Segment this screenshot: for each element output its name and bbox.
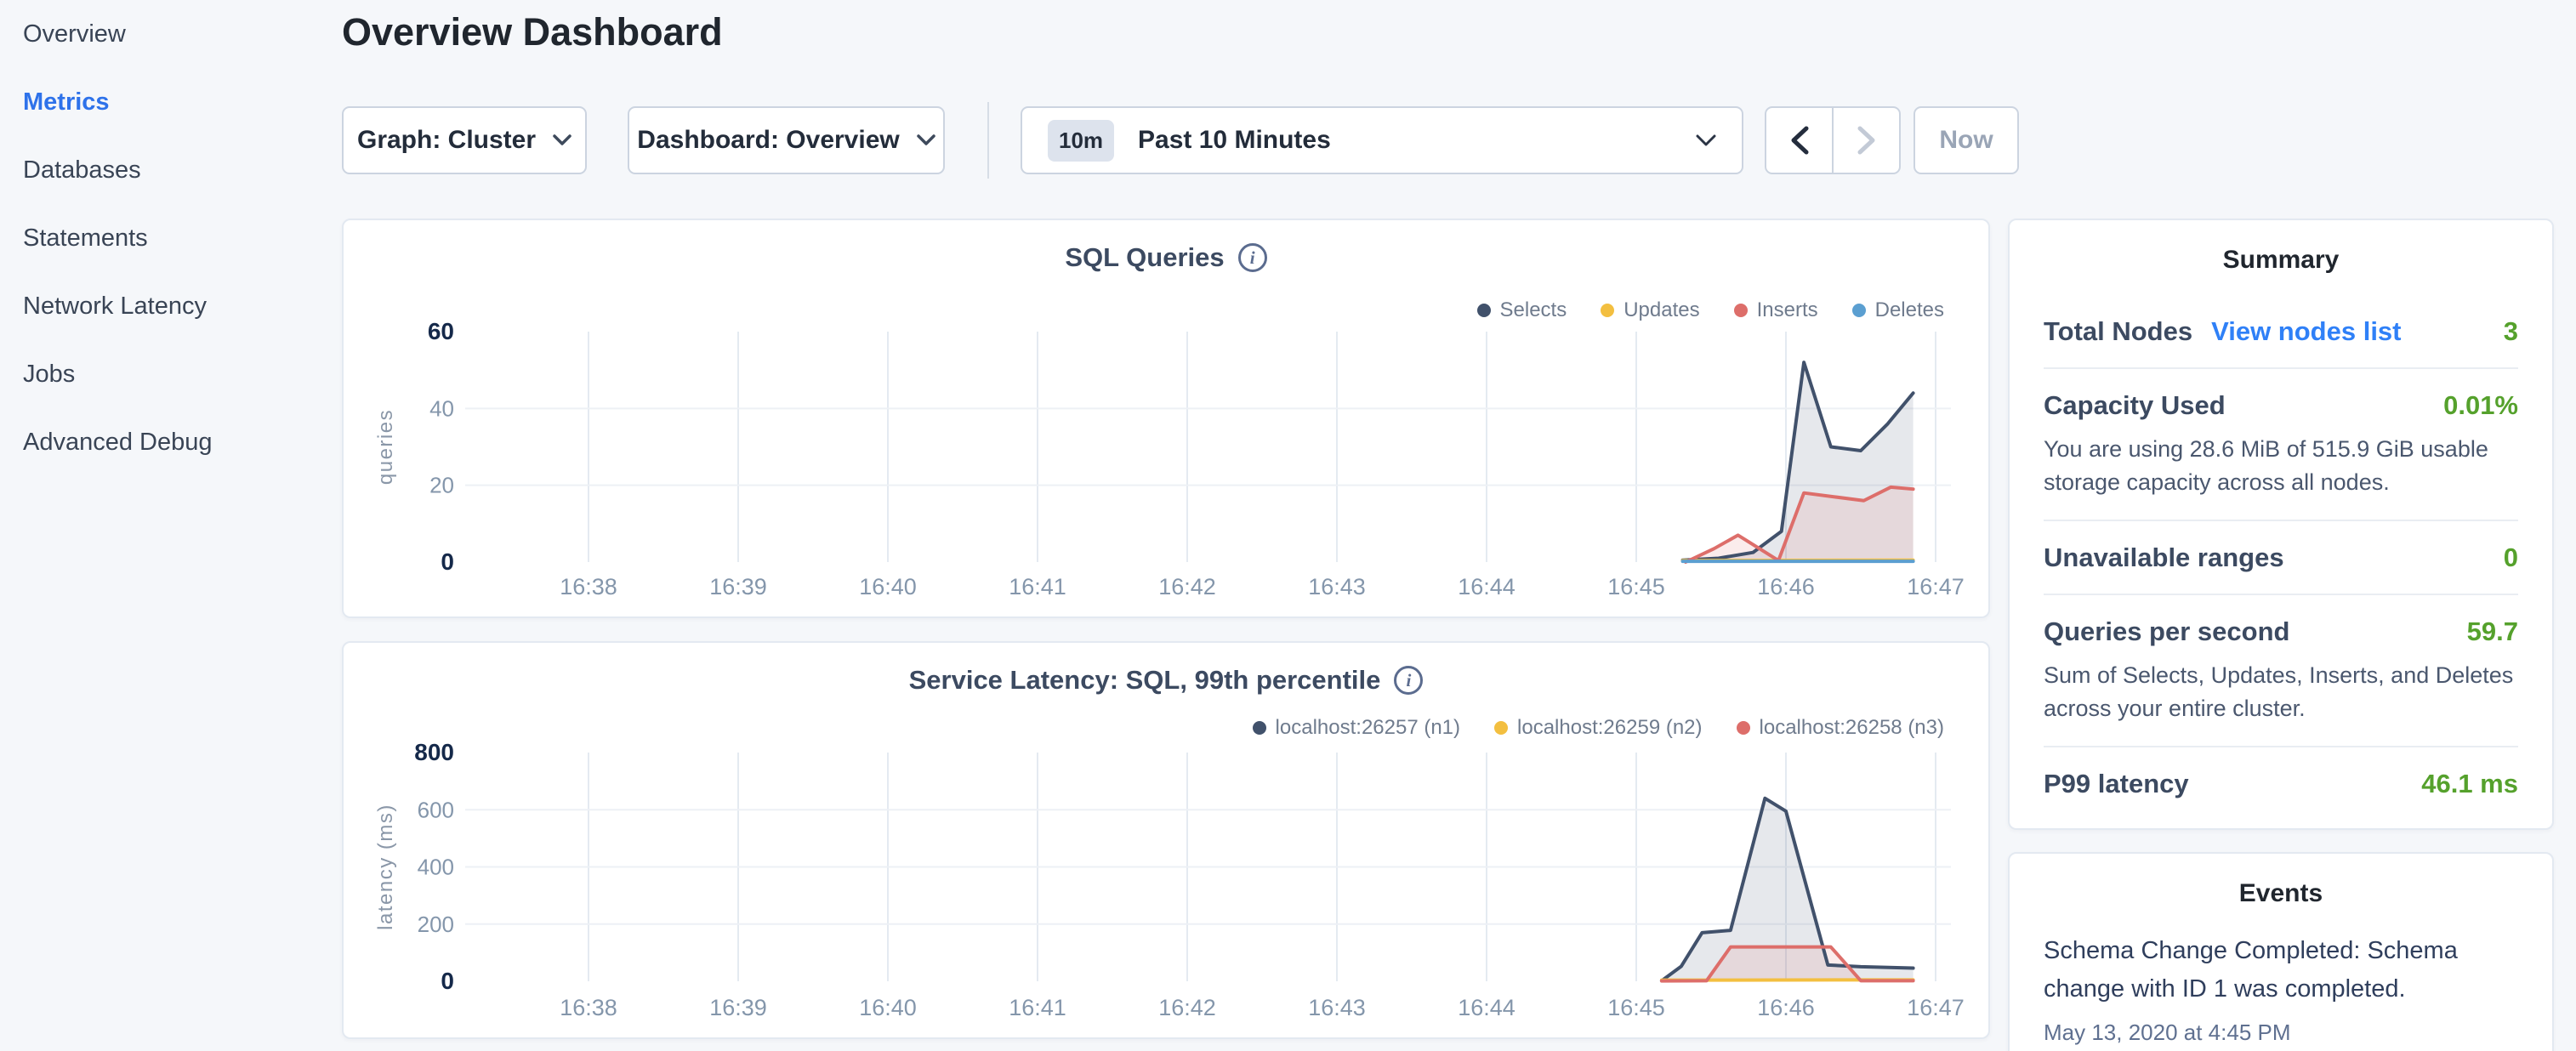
graph-scope-dropdown-label: Graph: Cluster — [357, 126, 536, 155]
prev-time-button[interactable] — [1766, 108, 1834, 173]
dashboard-dropdown-label: Dashboard: Overview — [637, 126, 899, 155]
summary-row-p99-latency: P99 latency 46.1 ms — [2044, 746, 2518, 820]
svg-text:0: 0 — [441, 968, 454, 994]
svg-text:16:38: 16:38 — [560, 574, 617, 599]
svg-text:16:41: 16:41 — [1009, 574, 1066, 599]
svg-text:16:45: 16:45 — [1607, 995, 1665, 1020]
graph-scope-dropdown[interactable]: Graph: Cluster — [342, 106, 587, 174]
summary-label-p99-latency: P99 latency — [2044, 769, 2189, 799]
summary-desc-queries-per-second: Sum of Selects, Updates, Inserts, and De… — [2044, 659, 2518, 725]
svg-text:latency (ms): latency (ms) — [374, 804, 397, 930]
summary-value-queries-per-second: 59.7 — [2467, 616, 2518, 647]
summary-label-capacity-used: Capacity Used — [2044, 390, 2226, 421]
svg-text:16:45: 16:45 — [1607, 574, 1665, 599]
now-button[interactable]: Now — [1914, 106, 2019, 174]
svg-text:16:44: 16:44 — [1458, 995, 1515, 1020]
time-pager — [1765, 106, 1901, 174]
chevron-down-icon — [917, 134, 935, 146]
sidebar-item-advanced-debug[interactable]: Advanced Debug — [0, 408, 342, 476]
time-window-badge: 10m — [1048, 120, 1114, 162]
events-title: Events — [2010, 879, 2552, 908]
svg-text:0: 0 — [441, 548, 454, 575]
summary-row-unavailable-ranges: Unavailable ranges 0 — [2044, 520, 2518, 594]
summary-title: Summary — [2010, 246, 2552, 275]
svg-text:16:39: 16:39 — [709, 574, 767, 599]
summary-panel: Summary Total Nodes View nodes list 3 Capac… — [2008, 219, 2554, 830]
summary-row-capacity-used: Capacity Used 0.01% You are using 28.6 MiB… — [2044, 367, 2518, 520]
svg-text:16:42: 16:42 — [1158, 995, 1216, 1020]
summary-row-total-nodes: Total Nodes View nodes list 3 — [2044, 295, 2518, 367]
svg-text:16:39: 16:39 — [709, 995, 767, 1020]
events-panel: Events Schema Change Completed: Schema c… — [2008, 852, 2554, 1051]
svg-text:16:42: 16:42 — [1158, 574, 1216, 599]
sidebar-item-metrics[interactable]: Metrics — [0, 68, 342, 136]
svg-text:16:46: 16:46 — [1757, 574, 1815, 599]
page-title: Overview Dashboard — [342, 10, 723, 54]
svg-text:16:41: 16:41 — [1009, 995, 1066, 1020]
sidebar-item-databases[interactable]: Databases — [0, 136, 342, 204]
dashboard-dropdown[interactable]: Dashboard: Overview — [628, 106, 945, 174]
svg-text:60: 60 — [428, 318, 454, 344]
summary-rows: Total Nodes View nodes list 3 Capacity Used… — [2010, 295, 2552, 820]
summary-value-total-nodes: 3 — [2504, 316, 2518, 347]
chevron-left-icon — [1790, 126, 1809, 155]
summary-label-queries-per-second: Queries per second — [2044, 616, 2289, 647]
svg-text:16:47: 16:47 — [1907, 995, 1965, 1020]
db-console-page: OverviewMetricsDatabasesStatementsNetwor… — [0, 0, 2576, 1051]
summary-value-unavailable-ranges: 0 — [2504, 543, 2518, 573]
controls-divider — [987, 102, 989, 179]
svg-text:16:43: 16:43 — [1308, 995, 1366, 1020]
service-latency-plot: 16:38 16:39 16:40 16:41 16:42 16:43 16:44 16:45… — [344, 643, 1988, 1037]
summary-label-unavailable-ranges: Unavailable ranges — [2044, 543, 2284, 573]
svg-text:queries: queries — [374, 409, 397, 485]
svg-text:16:46: 16:46 — [1757, 995, 1815, 1020]
event-item: Schema Change Completed: Schema change w… — [2010, 932, 2552, 1046]
svg-text:16:43: 16:43 — [1308, 574, 1366, 599]
time-window-label: Past 10 Minutes — [1138, 126, 1331, 155]
summary-label-total-nodes: Total Nodes — [2044, 316, 2192, 347]
svg-text:400: 400 — [418, 855, 454, 880]
svg-text:600: 600 — [418, 797, 454, 822]
chevron-right-icon — [1857, 126, 1876, 155]
svg-text:16:44: 16:44 — [1458, 574, 1515, 599]
svg-text:16:47: 16:47 — [1907, 574, 1965, 599]
view-nodes-list-link[interactable]: View nodes list — [2211, 316, 2401, 347]
svg-text:20: 20 — [429, 473, 454, 498]
sidebar-item-statements[interactable]: Statements — [0, 204, 342, 272]
chevron-down-icon — [1696, 134, 1716, 147]
sql-queries-plot: 16:38 16:39 16:40 16:41 16:42 16:43 16:44 16:45… — [344, 220, 1988, 616]
svg-text:40: 40 — [429, 395, 454, 421]
svg-text:200: 200 — [418, 912, 454, 937]
svg-text:16:40: 16:40 — [859, 574, 917, 599]
sql-queries-chart-card: SQL Queries i SelectsUpdatesInsertsDelet… — [342, 219, 1990, 618]
sidebar-item-jobs[interactable]: Jobs — [0, 340, 342, 408]
sidebar-item-network-latency[interactable]: Network Latency — [0, 272, 342, 340]
svg-text:800: 800 — [414, 739, 454, 765]
summary-value-p99-latency: 46.1 ms — [2421, 769, 2518, 799]
sidebar-nav: OverviewMetricsDatabasesStatementsNetwor… — [0, 0, 342, 1051]
summary-desc-capacity-used: You are using 28.6 MiB of 515.9 GiB usab… — [2044, 433, 2518, 499]
service-latency-chart-card: Service Latency: SQL, 99th percentile i … — [342, 641, 1990, 1039]
summary-row-queries-per-second: Queries per second 59.7 Sum of Selects, Up… — [2044, 594, 2518, 746]
svg-text:16:38: 16:38 — [560, 995, 617, 1020]
sidebar-item-overview[interactable]: Overview — [0, 0, 342, 68]
next-time-button[interactable] — [1834, 108, 1899, 173]
time-window-selector[interactable]: 10m Past 10 Minutes — [1021, 106, 1743, 174]
event-message: Schema Change Completed: Schema change w… — [2044, 932, 2518, 1008]
summary-value-capacity-used: 0.01% — [2443, 390, 2518, 421]
svg-text:16:40: 16:40 — [859, 995, 917, 1020]
chevron-down-icon — [553, 134, 571, 146]
event-timestamp: May 13, 2020 at 4:45 PM — [2044, 1020, 2518, 1046]
